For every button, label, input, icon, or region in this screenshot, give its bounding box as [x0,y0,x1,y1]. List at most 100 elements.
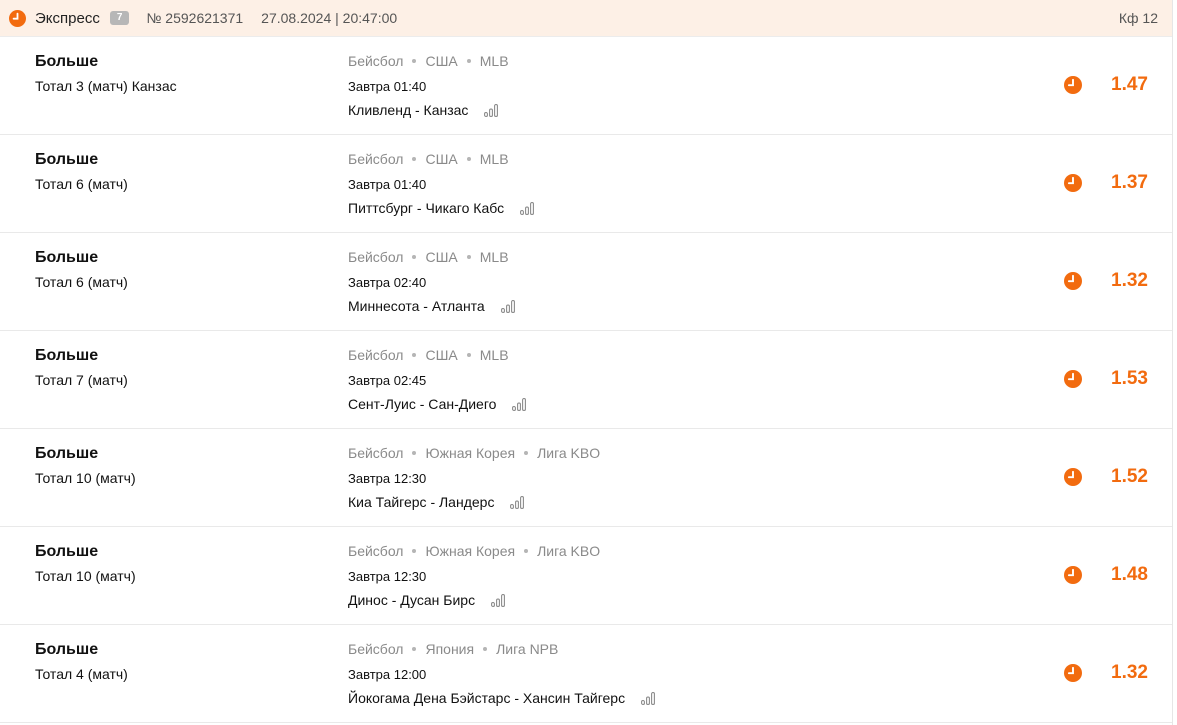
league-label: Лига NPB [496,641,559,657]
clock-icon [1064,468,1082,486]
separator-dot [483,647,488,651]
bet-outcome: Больше [35,543,99,560]
odd-block: 1.52 [1064,466,1148,488]
odd-value: 1.47 [1111,74,1148,95]
country-label: Южная Корея [425,543,516,559]
bet-row[interactable]: Больше Тотал 4 (матч) Бейсбол Япония Лиг… [0,625,1172,723]
bet-number: № 2592621371 [146,10,244,26]
events-count-badge: 7 [109,11,130,25]
separator-dot [466,353,471,357]
odd-value: 1.53 [1111,368,1148,389]
match-teams[interactable]: Кливленд - Канзас [348,102,468,118]
clock-icon [1064,272,1082,290]
bet-market: Тотал 4 (матч) [35,666,128,682]
bet-row[interactable]: Больше Тотал 10 (матч) Бейсбол Южная Кор… [0,527,1172,625]
total-odds: Кф 12 [1118,10,1158,26]
clock-icon [1064,566,1082,584]
separator-dot [412,59,417,63]
bet-type: Экспресс [35,9,100,27]
bet-outcome: Больше [35,445,99,462]
separator-dot [412,255,417,259]
league-label: Лига KBO [537,445,601,461]
league-label: MLB [479,347,509,363]
country-label: США [425,347,458,363]
event-time: Завтра 02:45 [348,373,427,388]
event-meta: Бейсбол США MLB [348,249,509,265]
stats-bars-icon[interactable] [510,495,525,509]
odd-block: 1.53 [1064,368,1148,390]
bet-outcome: Больше [35,249,99,266]
bet-slip-header[interactable]: Экспресс 7 № 2592621371 27.08.2024 | 20:… [0,0,1172,37]
separator-dot [412,353,417,357]
bet-outcome: Больше [35,53,99,70]
stats-bars-icon[interactable] [641,691,656,705]
event-match: Йокогама Дена Бэйстарс - Хансин Тайгерс [348,690,656,706]
event-meta: Бейсбол США MLB [348,151,509,167]
event-match: Миннесота - Атланта [348,298,515,314]
event-meta: Бейсбол США MLB [348,347,509,363]
odd-block: 1.48 [1064,564,1148,586]
bet-outcome: Больше [35,641,99,658]
odd-value: 1.32 [1111,270,1148,291]
separator-dot [466,157,471,161]
event-match: Динос - Дусан Бирс [348,592,506,608]
separator-dot [412,451,417,455]
odd-value: 1.37 [1111,172,1148,193]
stats-bars-icon[interactable] [520,201,535,215]
bet-row[interactable]: Больше Тотал 7 (матч) Бейсбол США MLB За… [0,331,1172,429]
event-time: Завтра 01:40 [348,79,427,94]
separator-dot [412,157,417,161]
country-label: Япония [425,641,475,657]
odd-block: 1.37 [1064,172,1148,194]
bet-row[interactable]: Больше Тотал 6 (матч) Бейсбол США MLB За… [0,233,1172,331]
bet-slip-card: Экспресс 7 № 2592621371 27.08.2024 | 20:… [0,0,1173,725]
event-time: Завтра 12:30 [348,471,427,486]
bet-market: Тотал 6 (матч) [35,176,128,192]
bet-list: Больше Тотал 3 (матч) Канзас Бейсбол США… [0,37,1172,723]
match-teams[interactable]: Миннесота - Атланта [348,298,485,314]
bet-row[interactable]: Больше Тотал 6 (матч) Бейсбол США MLB За… [0,135,1172,233]
odd-block: 1.47 [1064,74,1148,96]
clock-icon [1064,174,1082,192]
odd-value: 1.52 [1111,466,1148,487]
clock-icon [1064,76,1082,94]
stats-bars-icon[interactable] [491,593,506,607]
match-teams[interactable]: Сент-Луис - Сан-Диего [348,396,496,412]
odd-block: 1.32 [1064,662,1148,684]
stats-bars-icon[interactable] [512,397,527,411]
league-label: Лига KBO [537,543,601,559]
event-time: Завтра 12:00 [348,667,427,682]
country-label: США [425,249,458,265]
event-match: Питтсбург - Чикаго Кабс [348,200,535,216]
event-time: Завтра 02:40 [348,275,427,290]
odd-value: 1.48 [1111,564,1148,585]
bet-row[interactable]: Больше Тотал 3 (матч) Канзас Бейсбол США… [0,37,1172,135]
league-label: MLB [479,249,509,265]
bet-outcome: Больше [35,347,99,364]
event-match: Сент-Луис - Сан-Диего [348,396,527,412]
separator-dot [524,451,529,455]
separator-dot [412,549,417,553]
match-teams[interactable]: Динос - Дусан Бирс [348,592,475,608]
stats-bars-icon[interactable] [484,103,499,117]
match-teams[interactable]: Йокогама Дена Бэйстарс - Хансин Тайгерс [348,690,625,706]
bet-market: Тотал 10 (матч) [35,470,136,486]
event-match: Киа Тайгерс - Ландерс [348,494,525,510]
sport-label: Бейсбол [348,249,404,265]
match-teams[interactable]: Питтсбург - Чикаго Кабс [348,200,504,216]
sport-label: Бейсбол [348,445,404,461]
league-label: MLB [479,53,509,69]
country-label: США [425,151,458,167]
stats-bars-icon[interactable] [500,299,515,313]
clock-icon [1064,370,1082,388]
separator-dot [524,549,529,553]
match-teams[interactable]: Киа Тайгерс - Ландерс [348,494,494,510]
bet-datetime: 27.08.2024 | 20:47:00 [261,10,398,26]
bet-market: Тотал 7 (матч) [35,372,128,388]
sport-label: Бейсбол [348,641,404,657]
bet-market: Тотал 3 (матч) Канзас [35,78,177,94]
country-label: Южная Корея [425,445,516,461]
bet-row[interactable]: Больше Тотал 10 (матч) Бейсбол Южная Кор… [0,429,1172,527]
event-time: Завтра 12:30 [348,569,427,584]
event-match: Кливленд - Канзас [348,102,499,118]
